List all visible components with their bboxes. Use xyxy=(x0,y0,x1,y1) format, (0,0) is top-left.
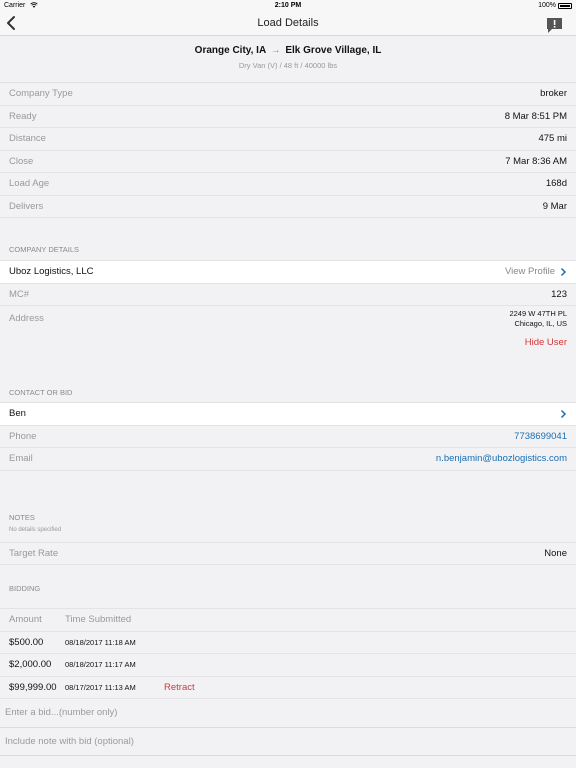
address-label: Address xyxy=(9,313,44,324)
contact-row[interactable]: Ben xyxy=(0,403,576,426)
status-time: 2:10 PM xyxy=(274,2,302,9)
battery-icon xyxy=(558,3,572,9)
info-label: Close xyxy=(9,155,34,167)
route-arrow-icon: → xyxy=(270,45,281,56)
info-value: 475 mi xyxy=(538,133,567,145)
bid-input-row xyxy=(0,699,576,728)
bid-row: $500.00 08/18/2017 11:18 AM xyxy=(0,632,576,654)
info-label: Delivers xyxy=(9,200,44,212)
phone-label: Phone xyxy=(9,430,37,442)
email-row: Email n.benjamin@ubozlogistics.com xyxy=(0,448,576,471)
col-time-header: Time Submitted xyxy=(65,614,132,626)
origin-city: Orange City, IA xyxy=(194,45,266,56)
info-value: 9 Mar xyxy=(542,200,567,212)
target-rate-value: None xyxy=(544,547,567,559)
info-row-ready: Ready 8 Mar 8:51 PM xyxy=(0,106,576,128)
info-value: 7 Mar 8:36 AM xyxy=(505,155,567,167)
mc-label: MC# xyxy=(9,288,30,300)
contact-name: Ben xyxy=(9,408,26,420)
status-bar: Carrier 2:10 PM 100% xyxy=(0,0,576,12)
info-label: Company Type xyxy=(9,88,73,100)
hide-user-button[interactable]: Hide User xyxy=(525,337,567,348)
info-row-load-age: Load Age 168d xyxy=(0,173,576,196)
notes-detail: No details specified xyxy=(9,526,62,533)
address-line-2: Chicago, IL, US xyxy=(514,318,567,328)
mc-value: 123 xyxy=(551,288,567,300)
section-header-contact: CONTACT OR BID xyxy=(0,353,576,403)
hide-user-row: Hide User xyxy=(0,331,576,353)
info-row-company-type: Company Type broker xyxy=(0,83,576,106)
info-value: 168d xyxy=(545,178,567,190)
bid-row: $99,999.00 08/17/2017 11:13 AM Retract xyxy=(0,677,576,699)
section-header-bidding: BIDDING xyxy=(0,565,576,609)
bid-time: 08/17/2017 11:13 AM xyxy=(65,682,136,692)
info-label: Distance xyxy=(9,133,46,145)
page-title: Load Details xyxy=(257,17,319,29)
equipment-summary: Dry Van (V) / 48 ft / 40000 lbs xyxy=(238,61,338,70)
address-row: Address 2249 W 47TH PL Chicago, IL, US xyxy=(0,306,576,331)
phone-link[interactable]: 7738699041 xyxy=(514,431,567,442)
phone-row: Phone 7738699041 xyxy=(0,426,576,448)
bid-note-row xyxy=(0,728,576,756)
destination-city: Elk Grove Village, IL xyxy=(285,45,382,56)
target-rate-row: Target Rate None xyxy=(0,543,576,565)
address-line-1: 2249 W 47TH PL xyxy=(509,308,567,318)
email-label: Email xyxy=(9,453,33,465)
company-profile-row[interactable]: Uboz Logistics, LLC View Profile xyxy=(0,261,576,284)
info-value: 8 Mar 8:51 PM xyxy=(504,110,567,122)
info-label: Ready xyxy=(9,110,37,122)
chevron-right-icon xyxy=(560,409,567,418)
load-details-content: Orange City, IA → Elk Grove Village, IL … xyxy=(0,37,576,756)
bid-row: $2,000.00 08/18/2017 11:17 AM xyxy=(0,654,576,677)
route-title: Orange City, IA → Elk Grove Village, IL xyxy=(0,37,576,56)
bid-table-header: Amount Time Submitted xyxy=(0,609,576,632)
email-link[interactable]: n.benjamin@ubozlogistics.com xyxy=(436,453,567,464)
bid-note-input[interactable] xyxy=(5,735,571,747)
chevron-right-icon xyxy=(560,267,567,276)
info-row-delivers: Delivers 9 Mar xyxy=(0,196,576,218)
bid-time: 08/18/2017 11:17 AM xyxy=(65,660,136,670)
view-profile-link[interactable]: View Profile xyxy=(505,266,555,277)
bid-time: 08/18/2017 11:18 AM xyxy=(65,637,136,647)
info-value: broker xyxy=(540,88,567,100)
info-label: Load Age xyxy=(9,178,50,190)
bid-amount: $2,000.00 xyxy=(9,659,52,671)
mc-number-row: MC# 123 xyxy=(0,284,576,306)
col-amount-header: Amount xyxy=(9,614,42,626)
company-name: Uboz Logistics, LLC xyxy=(9,266,94,278)
bid-amount-input[interactable] xyxy=(5,707,571,719)
retract-button[interactable]: Retract xyxy=(164,682,195,693)
feedback-icon[interactable] xyxy=(546,17,563,34)
section-header-notes: NOTES xyxy=(9,512,35,522)
nav-bar: Load Details xyxy=(0,12,576,36)
info-row-distance: Distance 475 mi xyxy=(0,128,576,151)
battery-percent: 100% xyxy=(538,2,556,9)
target-rate-label: Target Rate xyxy=(9,547,59,559)
bid-amount: $500.00 xyxy=(9,636,44,648)
route-header: Orange City, IA → Elk Grove Village, IL … xyxy=(0,37,576,83)
section-header-company: COMPANY DETAILS xyxy=(0,218,576,261)
info-row-close: Close 7 Mar 8:36 AM xyxy=(0,151,576,173)
address-value: 2249 W 47TH PL Chicago, IL, US xyxy=(509,309,567,329)
notes-section: NOTES No details specified xyxy=(0,471,576,543)
bid-amount: $99,999.00 xyxy=(9,681,57,693)
